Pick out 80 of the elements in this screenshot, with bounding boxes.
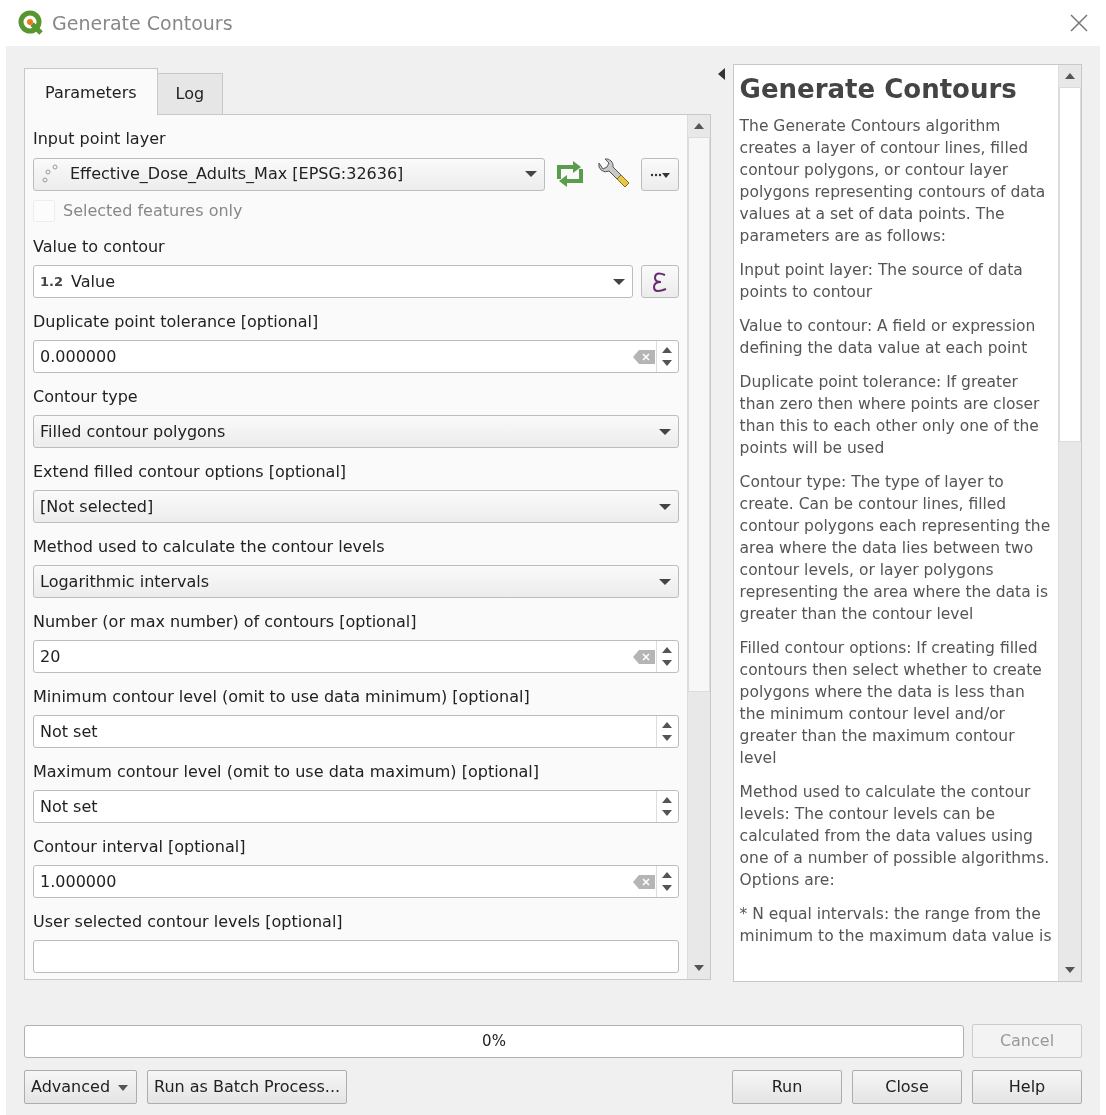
- layer-dropdown[interactable]: Effective_Dose_Adults_Max [EPSG:32636]: [33, 157, 545, 191]
- help-paragraph: Duplicate point tolerance: If greater than zero then where points are closer than this to each other only one of the points will be used: [739, 372, 1041, 459]
- spin-down-icon[interactable]: [662, 884, 673, 891]
- field-label: Maximum contour level (omit to use data maximum) [optional]: [33, 761, 541, 783]
- help-paragraph: Input point layer: The source of data points to contour: [739, 260, 1024, 303]
- close-button[interactable]: Close: [852, 1070, 962, 1104]
- number-field[interactable]: 1.000000: [33, 865, 679, 898]
- spin-up-icon[interactable]: [662, 347, 673, 354]
- number-field[interactable]: 20: [33, 640, 679, 673]
- number-field[interactable]: Not set: [33, 790, 679, 823]
- field-label: Duplicate point tolerance [optional]: [33, 311, 320, 333]
- window-title: Generate Contours: [52, 10, 233, 36]
- help-paragraph: Filled contour options: If creating filled contours then select whether to create polygons where the data is less than the minimum contour level and/or greater than the maximum contour level: [739, 638, 1043, 769]
- field-type-label: 1.2: [40, 272, 64, 291]
- caret-icon: [657, 576, 672, 587]
- scroll-down-icon[interactable]: [693, 965, 704, 971]
- spin-up-icon[interactable]: [662, 722, 673, 729]
- text-field[interactable]: [33, 940, 679, 973]
- caret-icon: [523, 169, 538, 179]
- field-value: 20: [40, 645, 62, 668]
- field-value: Not set: [40, 720, 99, 743]
- field-dropdown[interactable]: 1.2 Value: [33, 265, 633, 298]
- field-label: Extend filled contour options [optional]: [33, 461, 348, 483]
- spin-down-icon[interactable]: [662, 734, 673, 741]
- help-title: Generate Contours: [739, 73, 1018, 105]
- field-label: Method used to calculate the contour levels: [33, 536, 386, 558]
- expression-button[interactable]: [640, 265, 679, 298]
- dropdown[interactable]: Filled contour polygons: [33, 415, 679, 448]
- tab[interactable]: Parameters: [24, 68, 158, 115]
- caret-icon: [657, 501, 672, 512]
- field-value: Not set: [40, 795, 99, 818]
- scrollbar[interactable]: [1058, 65, 1081, 981]
- scrollbar[interactable]: [686, 115, 710, 979]
- dropdown-value: Filled contour polygons: [40, 420, 227, 443]
- field-label: Input point layer: [33, 128, 167, 150]
- scroll-up-icon[interactable]: [1065, 73, 1075, 79]
- caret-icon: [657, 426, 672, 437]
- help-button[interactable]: Help: [972, 1070, 1082, 1104]
- spin-up-icon[interactable]: [662, 647, 673, 654]
- checkbox-label: Selected features only: [63, 200, 243, 222]
- caret-icon: [116, 1082, 131, 1093]
- close-icon[interactable]: [1070, 14, 1088, 32]
- help-paragraph: The Generate Contours algorithm creates a layer of contour lines, filled contour polygons, or contour layer polygons representing contours of data values at a set of data points. The parameters are as follows:: [739, 116, 1047, 247]
- tab[interactable]: Log: [156, 73, 224, 114]
- spin-down-icon[interactable]: [662, 359, 673, 366]
- field-label: Contour interval [optional]: [33, 836, 247, 858]
- field-label: User selected contour levels [optional]: [33, 911, 344, 933]
- number-field[interactable]: Not set: [33, 715, 679, 748]
- field-value: 0.000000: [40, 345, 118, 368]
- dropdown[interactable]: Logarithmic intervals: [33, 565, 679, 598]
- field-value: 1.000000: [40, 870, 118, 893]
- caret-icon: [611, 276, 626, 287]
- layer-name: Effective_Dose_Adults_Max [EPSG:32636]: [70, 163, 405, 185]
- batch-button[interactable]: Run as Batch Process...: [147, 1070, 348, 1104]
- more-options-button[interactable]: [640, 157, 679, 191]
- menu-button[interactable]: Advanced: [24, 1070, 138, 1104]
- help-paragraph: * N equal intervals: the range from the minimum to the maximum data value is: [739, 904, 1052, 947]
- number-field[interactable]: 0.000000: [33, 340, 679, 373]
- help-paragraph: Method used to calculate the contour levels: The contour levels can be calculated from the data values using one of a number of possible algorithms. Options are:: [739, 782, 1051, 891]
- field-label: Contour type: [33, 386, 139, 408]
- dropdown-value: [Not selected]: [40, 495, 155, 518]
- scroll-down-icon[interactable]: [1065, 967, 1075, 973]
- scroll-up-icon[interactable]: [693, 123, 704, 129]
- dropdown[interactable]: [Not selected]: [33, 490, 679, 523]
- collapse-icon[interactable]: [718, 68, 726, 80]
- field-label: Minimum contour level (omit to use data minimum) [optional]: [33, 686, 531, 708]
- field-label: Number (or max number) of contours [optional]: [33, 611, 418, 633]
- spin-down-icon[interactable]: [662, 809, 673, 816]
- help-paragraph: Value to contour: A field or expression defining the data value at each point: [739, 316, 1037, 359]
- epsilon-icon: [651, 270, 668, 293]
- progress-label: 0%: [482, 1030, 506, 1052]
- dropdown-value: Logarithmic intervals: [40, 570, 211, 593]
- app-logo-icon: [18, 10, 44, 36]
- field-value: Value: [71, 270, 116, 293]
- spin-up-icon[interactable]: [662, 797, 673, 804]
- spin-down-icon[interactable]: [662, 659, 673, 666]
- run-button[interactable]: Run: [732, 1070, 842, 1104]
- spin-up-icon[interactable]: [662, 872, 673, 879]
- field-label: Value to contour: [33, 236, 166, 258]
- help-paragraph: Contour type: The type of layer to create. Can be contour lines, filled contour polygons each representing the area where the data lies between two contour levels, or layer polygons representing the area where the data is greater than the contour level: [739, 472, 1052, 625]
